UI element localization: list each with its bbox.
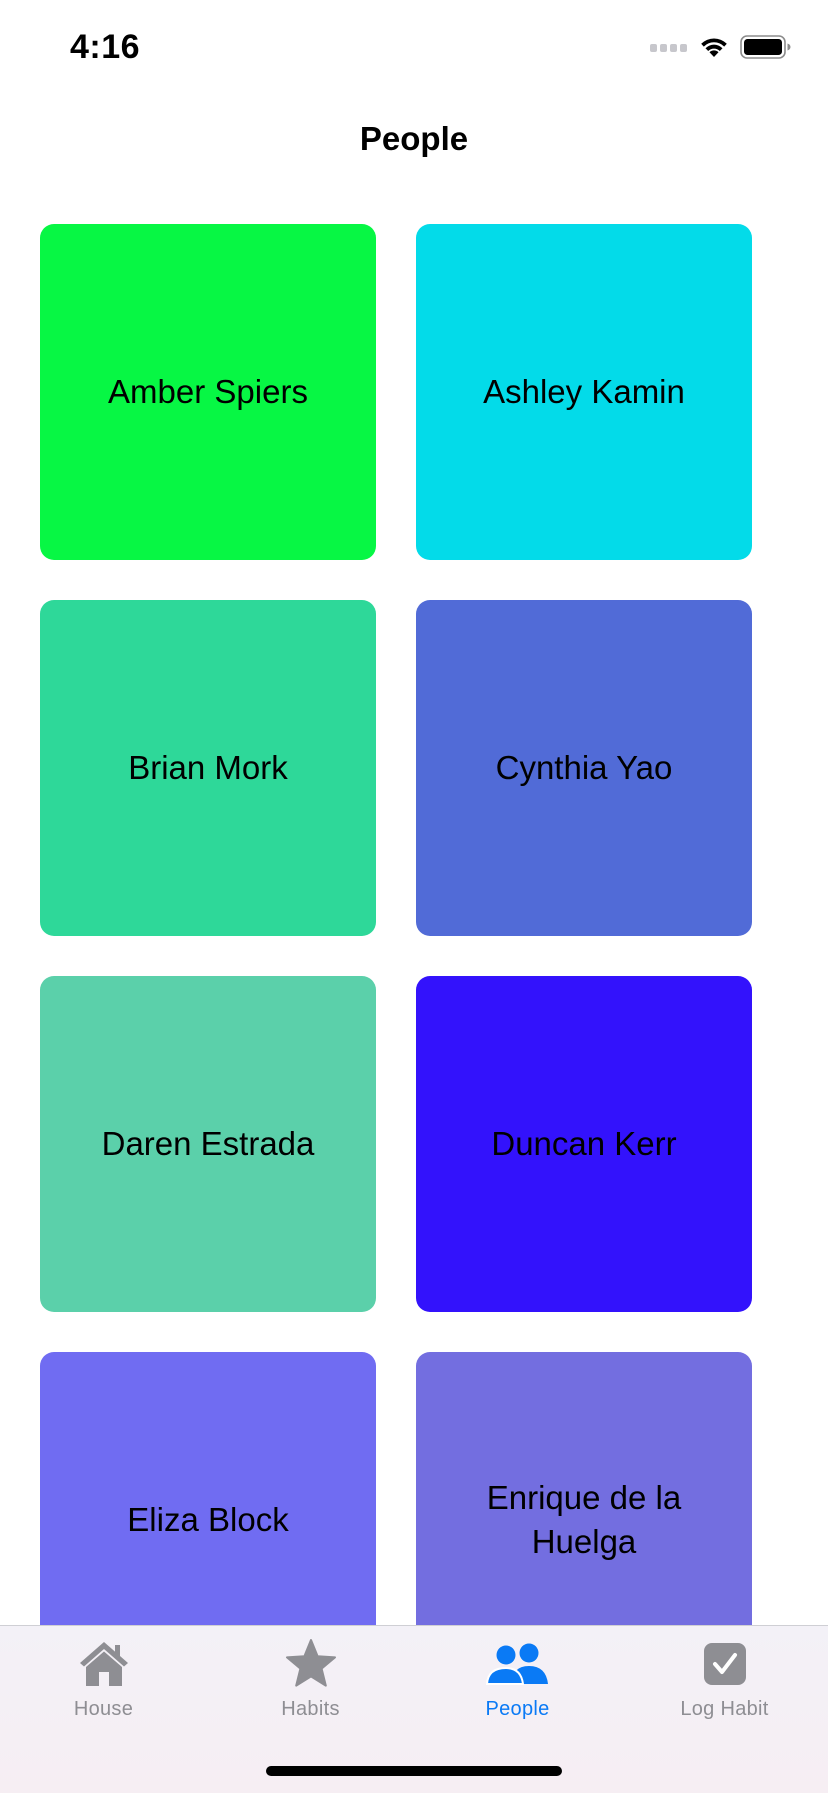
house-icon xyxy=(69,1638,139,1690)
person-name: Amber Spiers xyxy=(108,373,308,410)
person-tile[interactable]: Duncan Kerr xyxy=(416,976,752,1312)
people-icon xyxy=(483,1638,553,1690)
wifi-icon xyxy=(698,35,730,64)
tab-bar: House Habits People Log Habit xyxy=(0,1625,828,1793)
battery-icon xyxy=(740,34,792,64)
tab-label: Habits xyxy=(281,1698,340,1720)
tab-log-habit[interactable]: Log Habit xyxy=(621,1626,828,1736)
tab-label: People xyxy=(485,1698,550,1720)
tab-people[interactable]: People xyxy=(414,1626,621,1736)
person-tile[interactable]: Eliza Block xyxy=(40,1352,376,1626)
checkbox-icon xyxy=(690,1638,760,1690)
person-name: Brian Mork xyxy=(128,749,288,786)
person-name: Ashley Kamin xyxy=(483,373,685,410)
status-time: 4:16 xyxy=(70,28,141,66)
status-bar: 4:16 xyxy=(0,0,828,100)
person-name: Daren Estrada xyxy=(101,1125,315,1162)
person-name: Cynthia Yao xyxy=(495,749,673,786)
person-tile[interactable]: Brian Mork xyxy=(40,600,376,936)
person-name: Duncan Kerr xyxy=(491,1125,677,1162)
people-grid: Amber Spiers Ashley Kamin Brian Mork Cyn… xyxy=(40,224,752,1626)
cellular-signal-icon xyxy=(650,40,688,58)
tab-label: Log Habit xyxy=(680,1698,769,1720)
person-tile[interactable]: Cynthia Yao xyxy=(416,600,752,936)
person-tile[interactable]: Ashley Kamin xyxy=(416,224,752,560)
home-indicator xyxy=(266,1766,562,1776)
tab-habits[interactable]: Habits xyxy=(207,1626,414,1736)
tab-label: House xyxy=(73,1698,134,1720)
status-icons xyxy=(650,34,792,64)
star-icon xyxy=(276,1638,346,1690)
person-tile[interactable]: Amber Spiers xyxy=(40,224,376,560)
person-name: Enrique de la Huelga xyxy=(486,1479,682,1560)
page-title: People xyxy=(359,120,469,157)
person-tile[interactable]: Daren Estrada xyxy=(40,976,376,1312)
person-tile[interactable]: Enrique de la Huelga xyxy=(416,1352,752,1626)
person-name: Eliza Block xyxy=(127,1501,289,1538)
tab-house[interactable]: House xyxy=(0,1626,207,1736)
